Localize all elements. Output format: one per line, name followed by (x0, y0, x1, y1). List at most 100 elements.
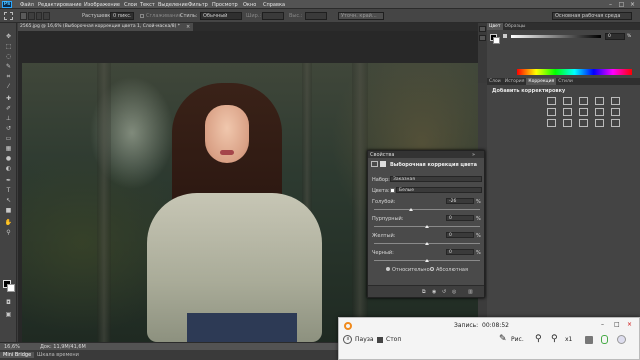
gradient-map-icon[interactable] (595, 119, 604, 127)
delete-icon[interactable]: ▥ (468, 289, 473, 295)
hue-saturation-icon[interactable] (547, 108, 556, 116)
cyan-slider-thumb[interactable] (409, 208, 413, 211)
eyedropper-icon[interactable]: ⁄ (4, 83, 13, 91)
tab-swatches[interactable]: Образцы (503, 23, 528, 30)
blur-icon[interactable]: ● (4, 155, 13, 163)
zoom-in-icon[interactable]: ⚲ (535, 334, 542, 344)
selective-color-icon[interactable] (611, 119, 620, 127)
antialias-checkbox[interactable] (140, 14, 144, 18)
vibrance-icon[interactable] (611, 97, 620, 105)
recorder-close-icon[interactable]: × (627, 321, 632, 328)
style-select[interactable]: Обычный (200, 12, 242, 20)
sound-icon[interactable] (617, 335, 626, 344)
width-input[interactable] (262, 12, 284, 20)
menu-view[interactable]: Просмотр (212, 2, 238, 8)
path-select-icon[interactable]: ↖ (4, 197, 13, 205)
lasso-icon[interactable]: ◌ (4, 53, 13, 61)
recorder-minimize-icon[interactable]: – (601, 321, 604, 328)
pen-icon[interactable]: ✒ (4, 177, 13, 185)
brush-icon[interactable]: ✐ (4, 105, 13, 113)
threshold-icon[interactable] (579, 119, 588, 127)
color-balance-icon[interactable] (563, 108, 572, 116)
feather-input[interactable]: 0 пикс. (110, 12, 134, 20)
pause-button[interactable]: Пауза (355, 336, 374, 343)
pause-icon[interactable]: ॥ (343, 335, 352, 344)
healing-brush-icon[interactable]: ✚ (4, 95, 13, 103)
menu-filter[interactable]: Фильтр (188, 2, 208, 8)
invert-icon[interactable] (547, 119, 556, 127)
view-previous-icon[interactable]: ◉ (432, 289, 436, 295)
visibility-icon[interactable]: ◎ (452, 289, 456, 295)
add-selection-icon[interactable] (27, 12, 35, 20)
close-tab-icon[interactable]: × (186, 24, 190, 30)
document-tab[interactable]: 2565.jpg @ 16,6% (Выборочная коррекция ц… (18, 23, 193, 31)
brightness-icon[interactable] (547, 97, 556, 105)
black-value-input[interactable]: 0 (446, 249, 474, 255)
stop-button[interactable]: Стоп (386, 336, 401, 343)
background-color-swatch[interactable] (7, 284, 15, 292)
maximize-icon[interactable]: □ (617, 1, 626, 8)
workspace-select[interactable]: Основная рабочая среда (552, 12, 632, 20)
yellow-slider-thumb[interactable] (425, 242, 429, 245)
exposure-icon[interactable] (595, 97, 604, 105)
draw-pen-icon[interactable]: ✎ (499, 334, 507, 344)
black-white-icon[interactable] (579, 108, 588, 116)
tab-adjustments[interactable]: Коррекция (526, 78, 557, 85)
close-icon[interactable]: × (628, 1, 637, 8)
menu-select[interactable]: Выделение (158, 2, 188, 8)
draw-button[interactable]: Рис. (511, 336, 524, 343)
clip-layer-icon[interactable]: ⧉ (422, 289, 426, 295)
refine-edge-button[interactable]: Уточн. край... (338, 12, 384, 20)
menu-window[interactable]: Окно (243, 2, 256, 8)
panel-bg-swatch[interactable] (493, 37, 500, 44)
gradient-icon[interactable]: ▦ (4, 145, 13, 153)
history-brush-icon[interactable]: ↺ (4, 125, 13, 133)
stop-icon[interactable] (377, 337, 383, 343)
k-slider-track[interactable] (511, 35, 601, 38)
channel-mixer-icon[interactable] (611, 108, 620, 116)
color-spectrum-bar[interactable] (517, 69, 632, 75)
marquee-icon[interactable]: ⬚ (4, 43, 13, 51)
menu-help[interactable]: Справка (263, 2, 285, 8)
shape-icon[interactable]: ■ (4, 207, 13, 215)
eraser-icon[interactable]: ▭ (4, 135, 13, 143)
zoom-icon[interactable]: ⚲ (4, 229, 13, 237)
menu-layers[interactable]: Слои (124, 2, 137, 8)
tab-color[interactable]: Цвет (487, 23, 503, 30)
posterize-icon[interactable] (563, 119, 572, 127)
dodge-icon[interactable]: ◐ (4, 165, 13, 173)
height-input[interactable] (305, 12, 327, 20)
minimize-icon[interactable]: – (606, 1, 615, 8)
magenta-value-input[interactable]: 0 (446, 215, 474, 221)
subtract-selection-icon[interactable] (35, 12, 43, 20)
type-tool-icon[interactable]: T (4, 187, 13, 195)
quick-mask-icon[interactable]: ◘ (4, 299, 13, 307)
cyan-value-input[interactable]: -26 (446, 198, 474, 204)
tab-timeline[interactable]: Шкала времени (34, 352, 82, 358)
properties-tab[interactable]: Свойства (370, 152, 394, 158)
tab-styles[interactable]: Стили (556, 78, 575, 85)
new-selection-icon[interactable] (20, 12, 27, 20)
levels-icon[interactable] (563, 97, 572, 105)
screen-mode-icon[interactable]: ▣ (4, 311, 13, 319)
yellow-value-input[interactable]: 0 (446, 232, 474, 238)
preset-select[interactable]: Заказная (390, 176, 482, 182)
colors-select[interactable]: Белые (396, 187, 482, 193)
tab-history[interactable]: История (503, 78, 527, 85)
magenta-slider-thumb[interactable] (425, 225, 429, 228)
zoom-out-icon[interactable]: ⚲ (551, 334, 558, 344)
recorder-maximize-icon[interactable]: □ (614, 321, 620, 328)
webcam-icon[interactable] (585, 336, 593, 344)
tab-mini-bridge[interactable]: Mini Bridge (0, 352, 35, 358)
properties-dock-icon[interactable] (479, 35, 486, 41)
tab-layers[interactable]: Слои (487, 78, 503, 85)
hand-icon[interactable]: ✋ (4, 219, 13, 227)
menu-type[interactable]: Текст (140, 2, 155, 8)
menu-edit[interactable]: Редактирование (38, 2, 82, 8)
mask-icon[interactable] (380, 161, 386, 167)
menu-file[interactable]: Файл (20, 2, 34, 8)
history-dock-icon[interactable] (479, 26, 486, 32)
k-value-input[interactable]: 0 (605, 33, 625, 40)
crop-icon[interactable]: ⌗ (4, 73, 13, 81)
absolute-radio[interactable] (430, 267, 434, 271)
